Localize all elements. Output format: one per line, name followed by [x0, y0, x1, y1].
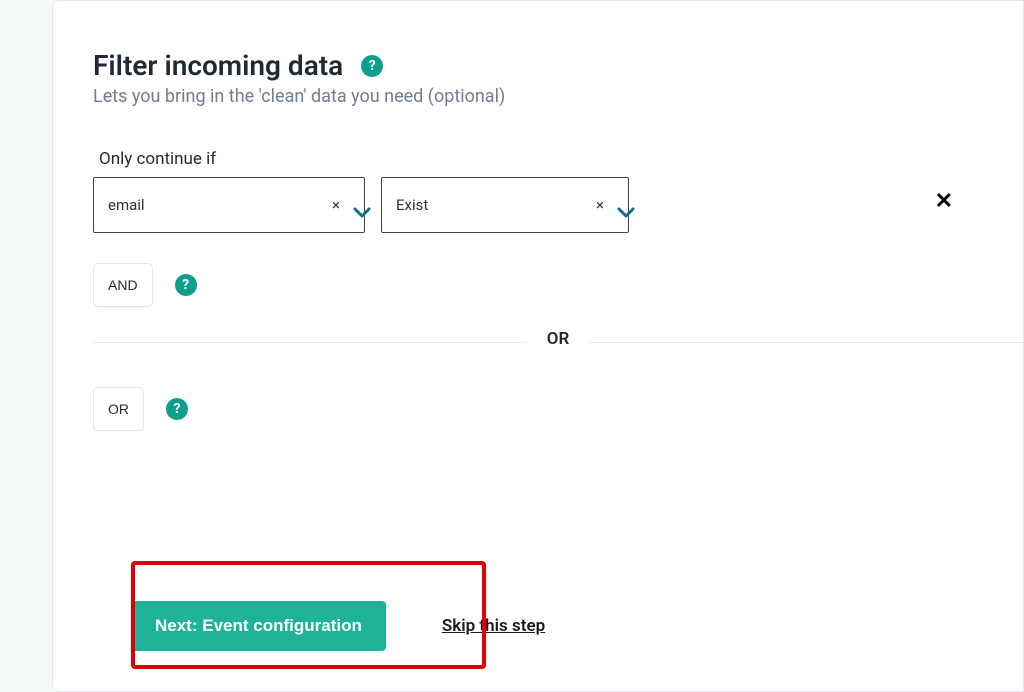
or-row: OR ? — [93, 387, 1023, 431]
help-icon[interactable]: ? — [361, 55, 383, 77]
and-button[interactable]: AND — [93, 263, 153, 307]
condition-row: email × Exist × ✕ — [93, 177, 1023, 233]
close-icon[interactable]: ✕ — [935, 191, 953, 213]
field-select[interactable]: email × — [93, 177, 365, 233]
skip-link[interactable]: Skip this step — [442, 616, 545, 636]
or-divider: OR — [93, 329, 1023, 357]
next-button[interactable]: Next: Event configuration — [131, 601, 386, 651]
page-subtitle: Lets you bring in the 'clean' data you n… — [93, 86, 1023, 107]
filter-card: Filter incoming data ? Lets you bring in… — [52, 0, 1024, 692]
field-select-value: email — [108, 196, 145, 214]
operator-select[interactable]: Exist × — [381, 177, 629, 233]
divider-label: OR — [527, 329, 590, 349]
and-row: AND ? — [93, 263, 1023, 307]
clear-field-icon[interactable]: × — [332, 196, 340, 214]
condition-label: Only continue if — [99, 149, 1023, 169]
help-icon[interactable]: ? — [166, 398, 188, 420]
operator-select-actions: × — [596, 196, 616, 214]
footer-row: Next: Event configuration Skip this step — [131, 601, 545, 651]
operator-select-value: Exist — [396, 196, 428, 214]
help-icon[interactable]: ? — [175, 274, 197, 296]
clear-operator-icon[interactable]: × — [596, 196, 604, 214]
page-title: Filter incoming data — [93, 49, 343, 82]
header-row: Filter incoming data ? — [93, 49, 1023, 82]
field-select-actions: × — [332, 196, 352, 214]
or-button[interactable]: OR — [93, 387, 144, 431]
